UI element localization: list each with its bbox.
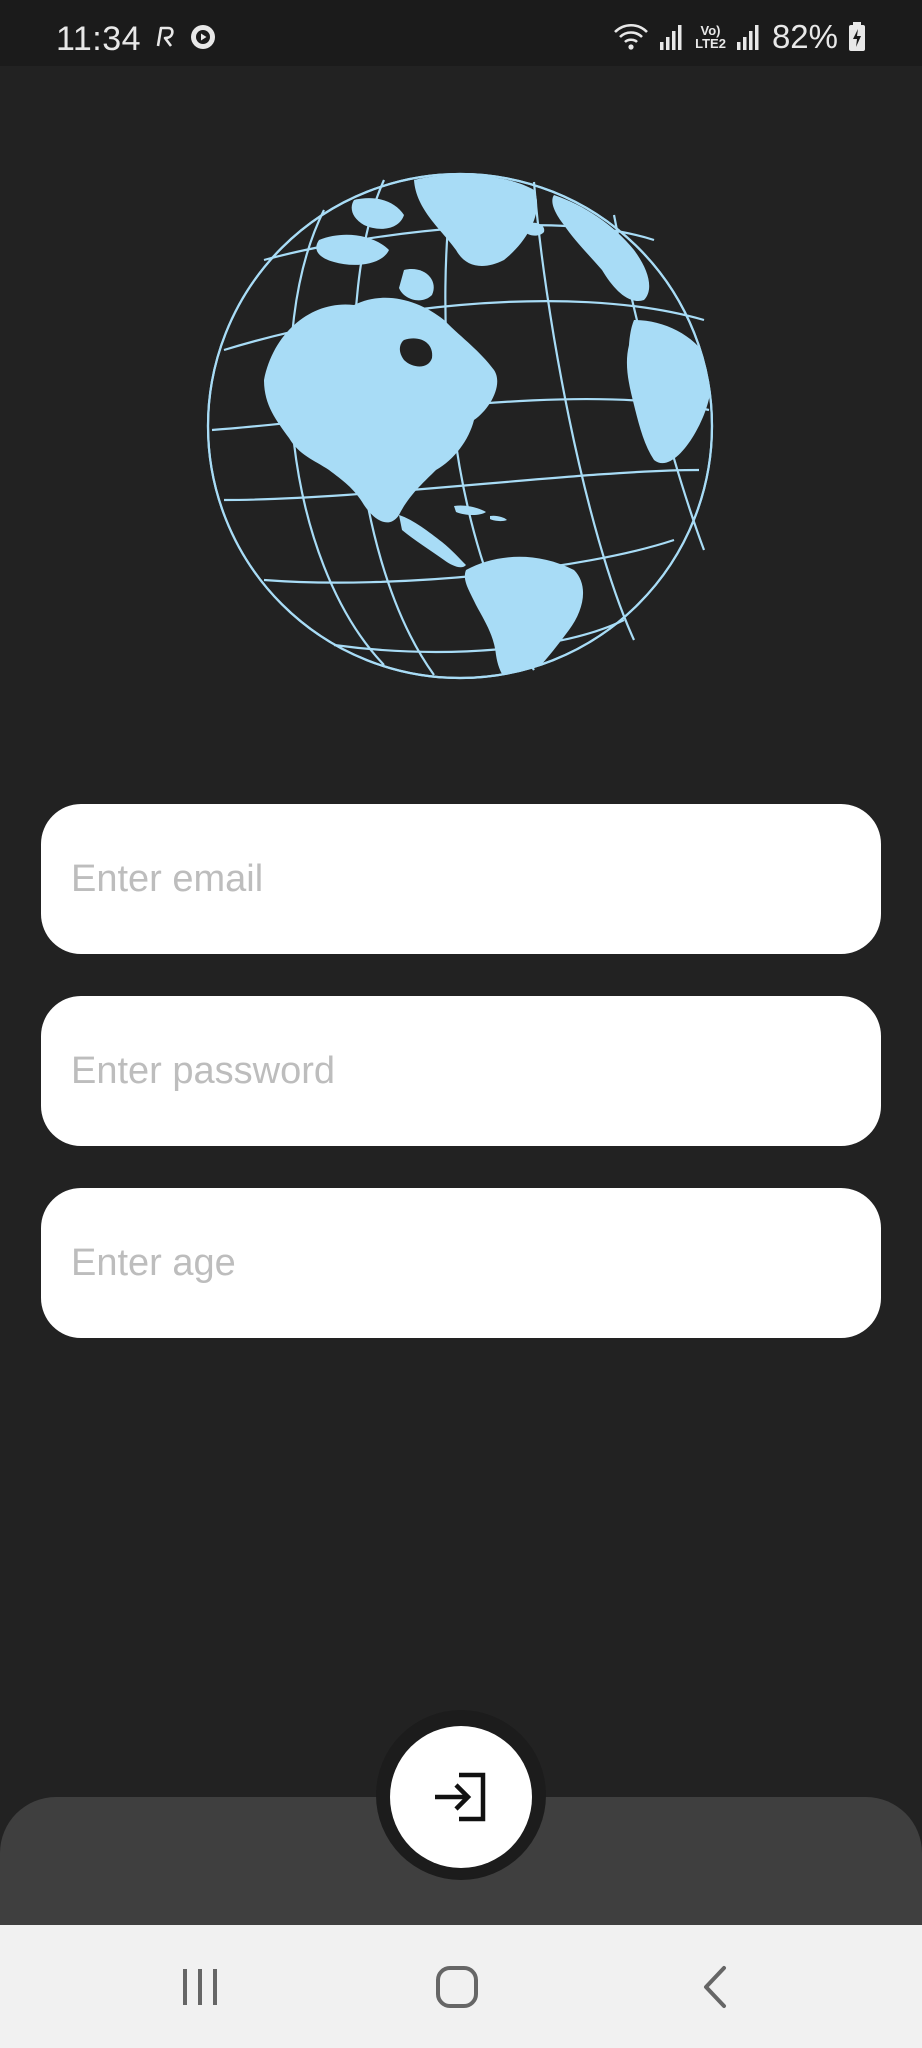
r-app-icon (156, 26, 174, 47)
email-input[interactable] (41, 804, 881, 954)
back-icon (704, 1966, 726, 2008)
status-left-icons (154, 24, 216, 50)
recents-icon (183, 1969, 217, 2005)
home-button[interactable] (417, 1957, 497, 2017)
signal-icon (660, 25, 682, 50)
back-button[interactable] (675, 1957, 755, 2017)
status-time: 11:34 (56, 20, 142, 58)
signal-icon-2 (736, 25, 759, 50)
battery-charging-icon (849, 22, 865, 51)
system-nav-bar (0, 1925, 922, 2048)
globe-icon (206, 172, 714, 680)
volte-indicator: Vo) LTE2 (695, 24, 726, 50)
age-input[interactable] (41, 1188, 881, 1338)
lte-label: LTE2 (695, 36, 726, 51)
status-right-icons: Vo) LTE2 82% (613, 18, 866, 56)
login-button[interactable] (390, 1726, 532, 1868)
login-icon (435, 1772, 486, 1822)
status-bar: 11:34 Vo) LTE2 82% (0, 0, 922, 66)
home-icon (436, 1966, 478, 2008)
password-input[interactable] (41, 996, 881, 1146)
media-play-icon (191, 25, 215, 49)
recents-button[interactable] (160, 1957, 240, 2017)
wifi-icon (614, 23, 649, 50)
battery-percent: 82% (771, 18, 838, 55)
